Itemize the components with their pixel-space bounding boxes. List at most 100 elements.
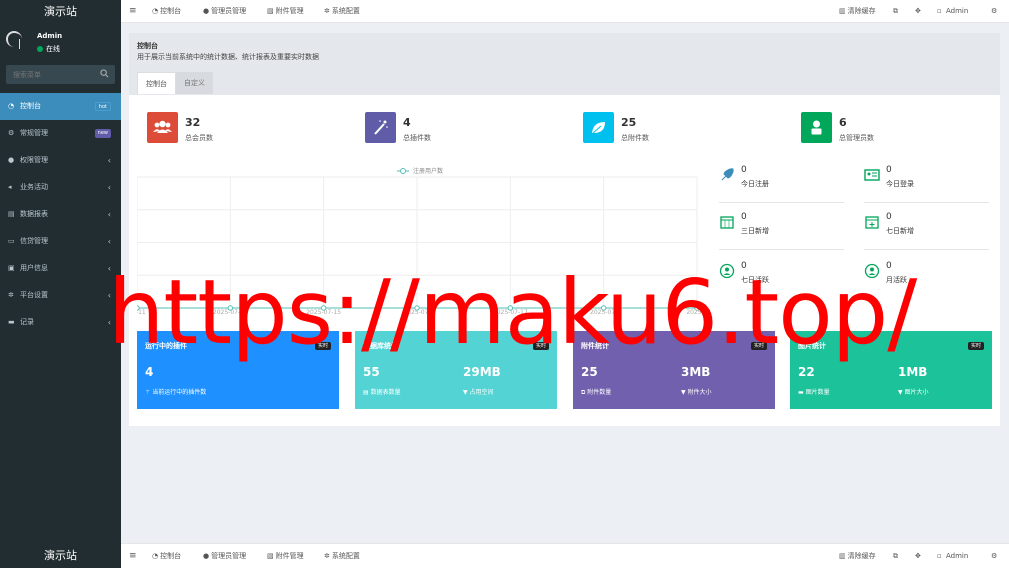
user-circle-icon — [719, 263, 735, 279]
nav-dashboard[interactable]: ◔ 控制台 — [152, 0, 181, 23]
nav-system-config[interactable]: ✲ 系统配置 — [324, 0, 360, 23]
x-tick-label: 2025-07-17 — [493, 309, 528, 315]
realtime-badge: 实时 — [532, 342, 549, 350]
user-icon — [801, 112, 832, 143]
mini-value: 0 — [886, 261, 892, 271]
card-label: ▼ 图片大小 — [898, 389, 929, 396]
card-images: 图片统计 实时 22 1MB ▬ 图片数量 ▼ 图片大小 — [790, 331, 992, 409]
records-icon: ▬ — [8, 318, 15, 326]
sidebar-item-dashboard[interactable]: ◔ 控制台 hot — [0, 93, 121, 120]
card-value: 4 — [145, 365, 154, 379]
admin-menu[interactable]: ▫ Admin — [937, 545, 968, 568]
stat-label: 总管理员数 — [839, 134, 874, 142]
card-value: 29MB — [463, 365, 501, 379]
dashboard-icon: ◔ — [152, 7, 159, 15]
menu-toggle-icon[interactable]: ≡ — [129, 0, 137, 23]
user-status: 在线 — [37, 44, 60, 54]
card-attachments: 附件统计 实时 25 3MB ⧉ 附件数量 ▼ 附件大小 — [573, 331, 775, 409]
stat-value: 6 — [839, 116, 847, 129]
fullscreen-icon[interactable]: ✥ — [915, 0, 921, 23]
sidebar-item-userinfo[interactable]: ▣ 用户信息 ‹ — [0, 255, 121, 282]
card-label: ⚚ 当前运行中的插件数 — [145, 389, 207, 396]
mini-stat-seven-active: 0 七日活跃 — [719, 259, 844, 299]
card-icon: ▭ — [8, 237, 15, 245]
chevron-left-icon: ‹ — [107, 318, 111, 327]
gears-icon: ⚙ — [8, 129, 15, 137]
nav-dashboard[interactable]: ◔ 控制台 — [152, 545, 181, 568]
card-title: 运行中的插件 — [145, 342, 187, 350]
card-title: 数据库统计 — [363, 342, 398, 350]
realtime-badge: 实时 — [967, 342, 984, 350]
tab-dashboard[interactable]: 控制台 — [137, 72, 176, 94]
user-circle-icon — [864, 263, 880, 279]
bullhorn-icon: ◂ — [8, 183, 12, 191]
settings-icon[interactable]: ⚙ — [991, 0, 997, 23]
mini-value: 0 — [741, 165, 747, 175]
mini-stat-month-active: 0 月活跃 — [864, 259, 989, 299]
nav-system-config[interactable]: ✲ 系统配置 — [324, 545, 360, 568]
clear-cache-button[interactable]: ▥ 清除缓存 — [839, 545, 876, 568]
user-icon: ● — [203, 7, 210, 15]
file-image-icon: ▧ — [267, 552, 274, 560]
sidebar-item-credit[interactable]: ▭ 信贷管理 ‹ — [0, 228, 121, 255]
user-icon: ● — [203, 552, 210, 560]
calendar-icon — [720, 216, 734, 229]
mini-stat-today-login: 0 今日登录 — [864, 163, 989, 203]
trash-icon: ▥ — [839, 7, 846, 15]
sidebar-item-business[interactable]: ◂ 业务活动 ‹ — [0, 174, 121, 201]
stat-value: 4 — [403, 116, 411, 129]
language-icon[interactable]: ⧉ — [893, 545, 898, 568]
legend-marker — [400, 168, 406, 174]
card-value: 25 — [581, 365, 598, 379]
mini-label: 七日新增 — [886, 227, 914, 235]
fullscreen-icon[interactable]: ✥ — [915, 545, 921, 568]
nav-attachments[interactable]: ▧ 附件管理 — [267, 0, 304, 23]
mini-value: 0 — [886, 165, 892, 175]
menu-toggle-icon[interactable]: ≡ — [129, 545, 137, 568]
search-input[interactable] — [6, 65, 91, 84]
sidebar-item-platform[interactable]: ✲ 平台设置 ‹ — [0, 282, 121, 309]
card-label: ▼ 附件大小 — [681, 389, 712, 396]
avatar — [6, 31, 28, 53]
brand-logo-bottom[interactable]: 演示站 — [0, 543, 121, 568]
mini-label: 七日活跃 — [741, 276, 769, 284]
search-icon[interactable] — [100, 69, 109, 78]
mini-value: 0 — [741, 212, 747, 222]
sidebar-item-records[interactable]: ▬ 记录 ‹ — [0, 309, 121, 336]
card-value: 22 — [798, 365, 815, 379]
tab-custom[interactable]: 自定义 — [176, 72, 213, 94]
admin-menu[interactable]: ▫ Admin — [937, 0, 968, 23]
card-title: 附件统计 — [581, 342, 609, 350]
clear-cache-button[interactable]: ▥ 清除缓存 — [839, 0, 876, 23]
sidebar-item-reports[interactable]: ▤ 数据报表 ‹ — [0, 201, 121, 228]
mini-label: 今日注册 — [741, 180, 769, 188]
nav-admin-manage[interactable]: ● 管理员管理 — [203, 545, 246, 568]
chevron-left-icon: ‹ — [107, 156, 111, 165]
stat-value: 32 — [185, 116, 201, 129]
user-name: Admin — [37, 32, 63, 40]
sidebar-item-permissions[interactable]: ● 权限管理 ‹ — [0, 147, 121, 174]
mini-stat-seven-day: 0 七日新增 — [864, 210, 989, 250]
page-subtitle: 用于展示当前系统中的统计数据、统计报表及重要实时数据 — [137, 53, 319, 61]
top-navbar: ≡ ◔ 控制台 ● 管理员管理 ▧ 附件管理 ✲ 系统配置 ▥ 清除缓存 ⧉ ✥ ▫ Ad… — [121, 0, 1009, 23]
stat-label: 总附件数 — [621, 134, 649, 142]
dashboard-icon: ◔ — [152, 552, 159, 560]
realtime-badge: 实时 — [314, 342, 331, 350]
nav-attachments[interactable]: ▧ 附件管理 — [267, 545, 304, 568]
registration-line-chart: 注册用户数 07-11 2025-07-13 2025-07-15 2025-07- 20… — [137, 167, 703, 315]
mini-stat-today-register: 0 今日注册 — [719, 163, 844, 203]
mini-value: 0 — [741, 261, 747, 271]
vcard-icon — [864, 169, 880, 181]
chevron-left-icon: ‹ — [107, 183, 111, 192]
nav-admin-manage[interactable]: ● 管理员管理 — [203, 0, 246, 23]
mini-label: 月活跃 — [886, 276, 907, 284]
language-icon[interactable]: ⧉ — [893, 0, 898, 23]
brand-logo[interactable]: 演示站 — [0, 0, 121, 23]
sidebar-item-general[interactable]: ⚙ 常规管理 new — [0, 120, 121, 147]
cog-icon: ✲ — [324, 7, 330, 15]
card-label: ▬ 图片数量 — [798, 389, 830, 396]
image-icon: ▬ — [798, 389, 806, 396]
mini-label: 今日登录 — [886, 180, 914, 188]
x-tick-label: 2025-07-13 — [213, 309, 248, 315]
settings-icon[interactable]: ⚙ — [991, 545, 997, 568]
